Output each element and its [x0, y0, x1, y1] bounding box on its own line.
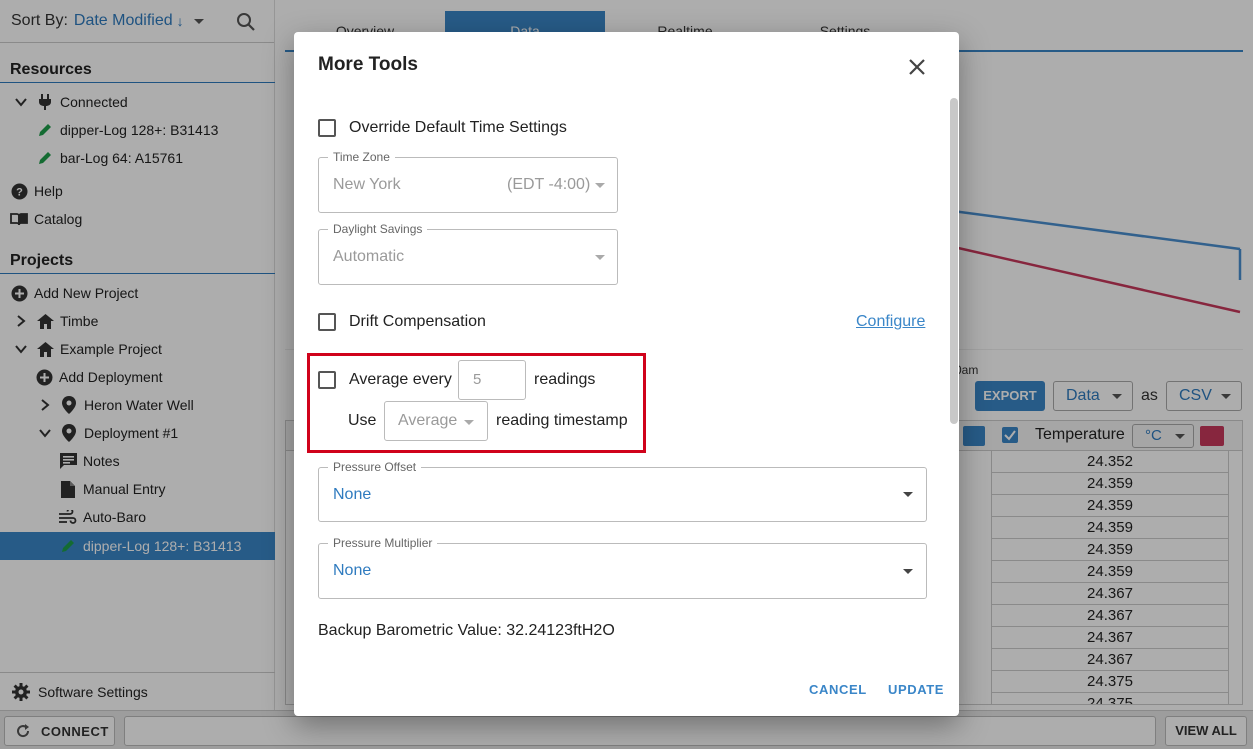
timestamp-mode-select[interactable]: Average: [384, 401, 488, 441]
time-zone-select[interactable]: Time Zone New York (EDT -4:00): [318, 150, 618, 213]
time-zone-label: Time Zone: [328, 150, 395, 164]
pressure-offset-select[interactable]: Pressure Offset None: [318, 460, 927, 522]
dialog-title: More Tools: [318, 54, 418, 75]
override-time-checkbox[interactable]: [318, 119, 336, 137]
cancel-button[interactable]: CANCEL: [809, 682, 867, 697]
time-zone-value: New York: [333, 176, 401, 193]
chevron-down-icon: [464, 420, 474, 425]
chevron-down-icon: [903, 569, 913, 574]
close-icon[interactable]: [906, 56, 928, 78]
pressure-offset-value: None: [333, 486, 372, 503]
chevron-down-icon: [595, 255, 605, 260]
dialog-scrollbar[interactable]: [950, 98, 958, 424]
daylight-savings-label: Daylight Savings: [328, 222, 428, 236]
pressure-offset-label: Pressure Offset: [328, 460, 422, 474]
configure-link[interactable]: Configure: [856, 313, 925, 331]
reading-timestamp-label: reading timestamp: [496, 412, 628, 429]
average-checkbox[interactable]: [318, 371, 336, 389]
average-count-input[interactable]: 5: [458, 360, 526, 400]
pressure-multiplier-select[interactable]: Pressure Multiplier None: [318, 536, 927, 599]
average-every-label: Average every: [349, 371, 452, 388]
time-zone-offset: (EDT -4:00): [507, 176, 591, 193]
use-label: Use: [348, 412, 377, 429]
readings-label: readings: [534, 371, 596, 388]
pressure-multiplier-label: Pressure Multiplier: [328, 536, 438, 550]
backup-barometric-value: Backup Barometric Value: 32.24123ftH2O: [318, 622, 615, 639]
override-time-label: Override Default Time Settings: [349, 119, 567, 136]
drift-compensation-checkbox[interactable]: [318, 313, 336, 331]
timestamp-mode-value: Average: [398, 412, 458, 429]
more-tools-dialog: More Tools Override Default Time Setting…: [294, 32, 959, 716]
pressure-multiplier-value: None: [333, 562, 372, 579]
daylight-savings-value: Automatic: [333, 248, 405, 265]
update-button[interactable]: UPDATE: [888, 682, 944, 697]
daylight-savings-select[interactable]: Daylight Savings Automatic: [318, 222, 618, 285]
drift-compensation-label: Drift Compensation: [349, 313, 486, 330]
chevron-down-icon: [595, 183, 605, 188]
chevron-down-icon: [903, 492, 913, 497]
